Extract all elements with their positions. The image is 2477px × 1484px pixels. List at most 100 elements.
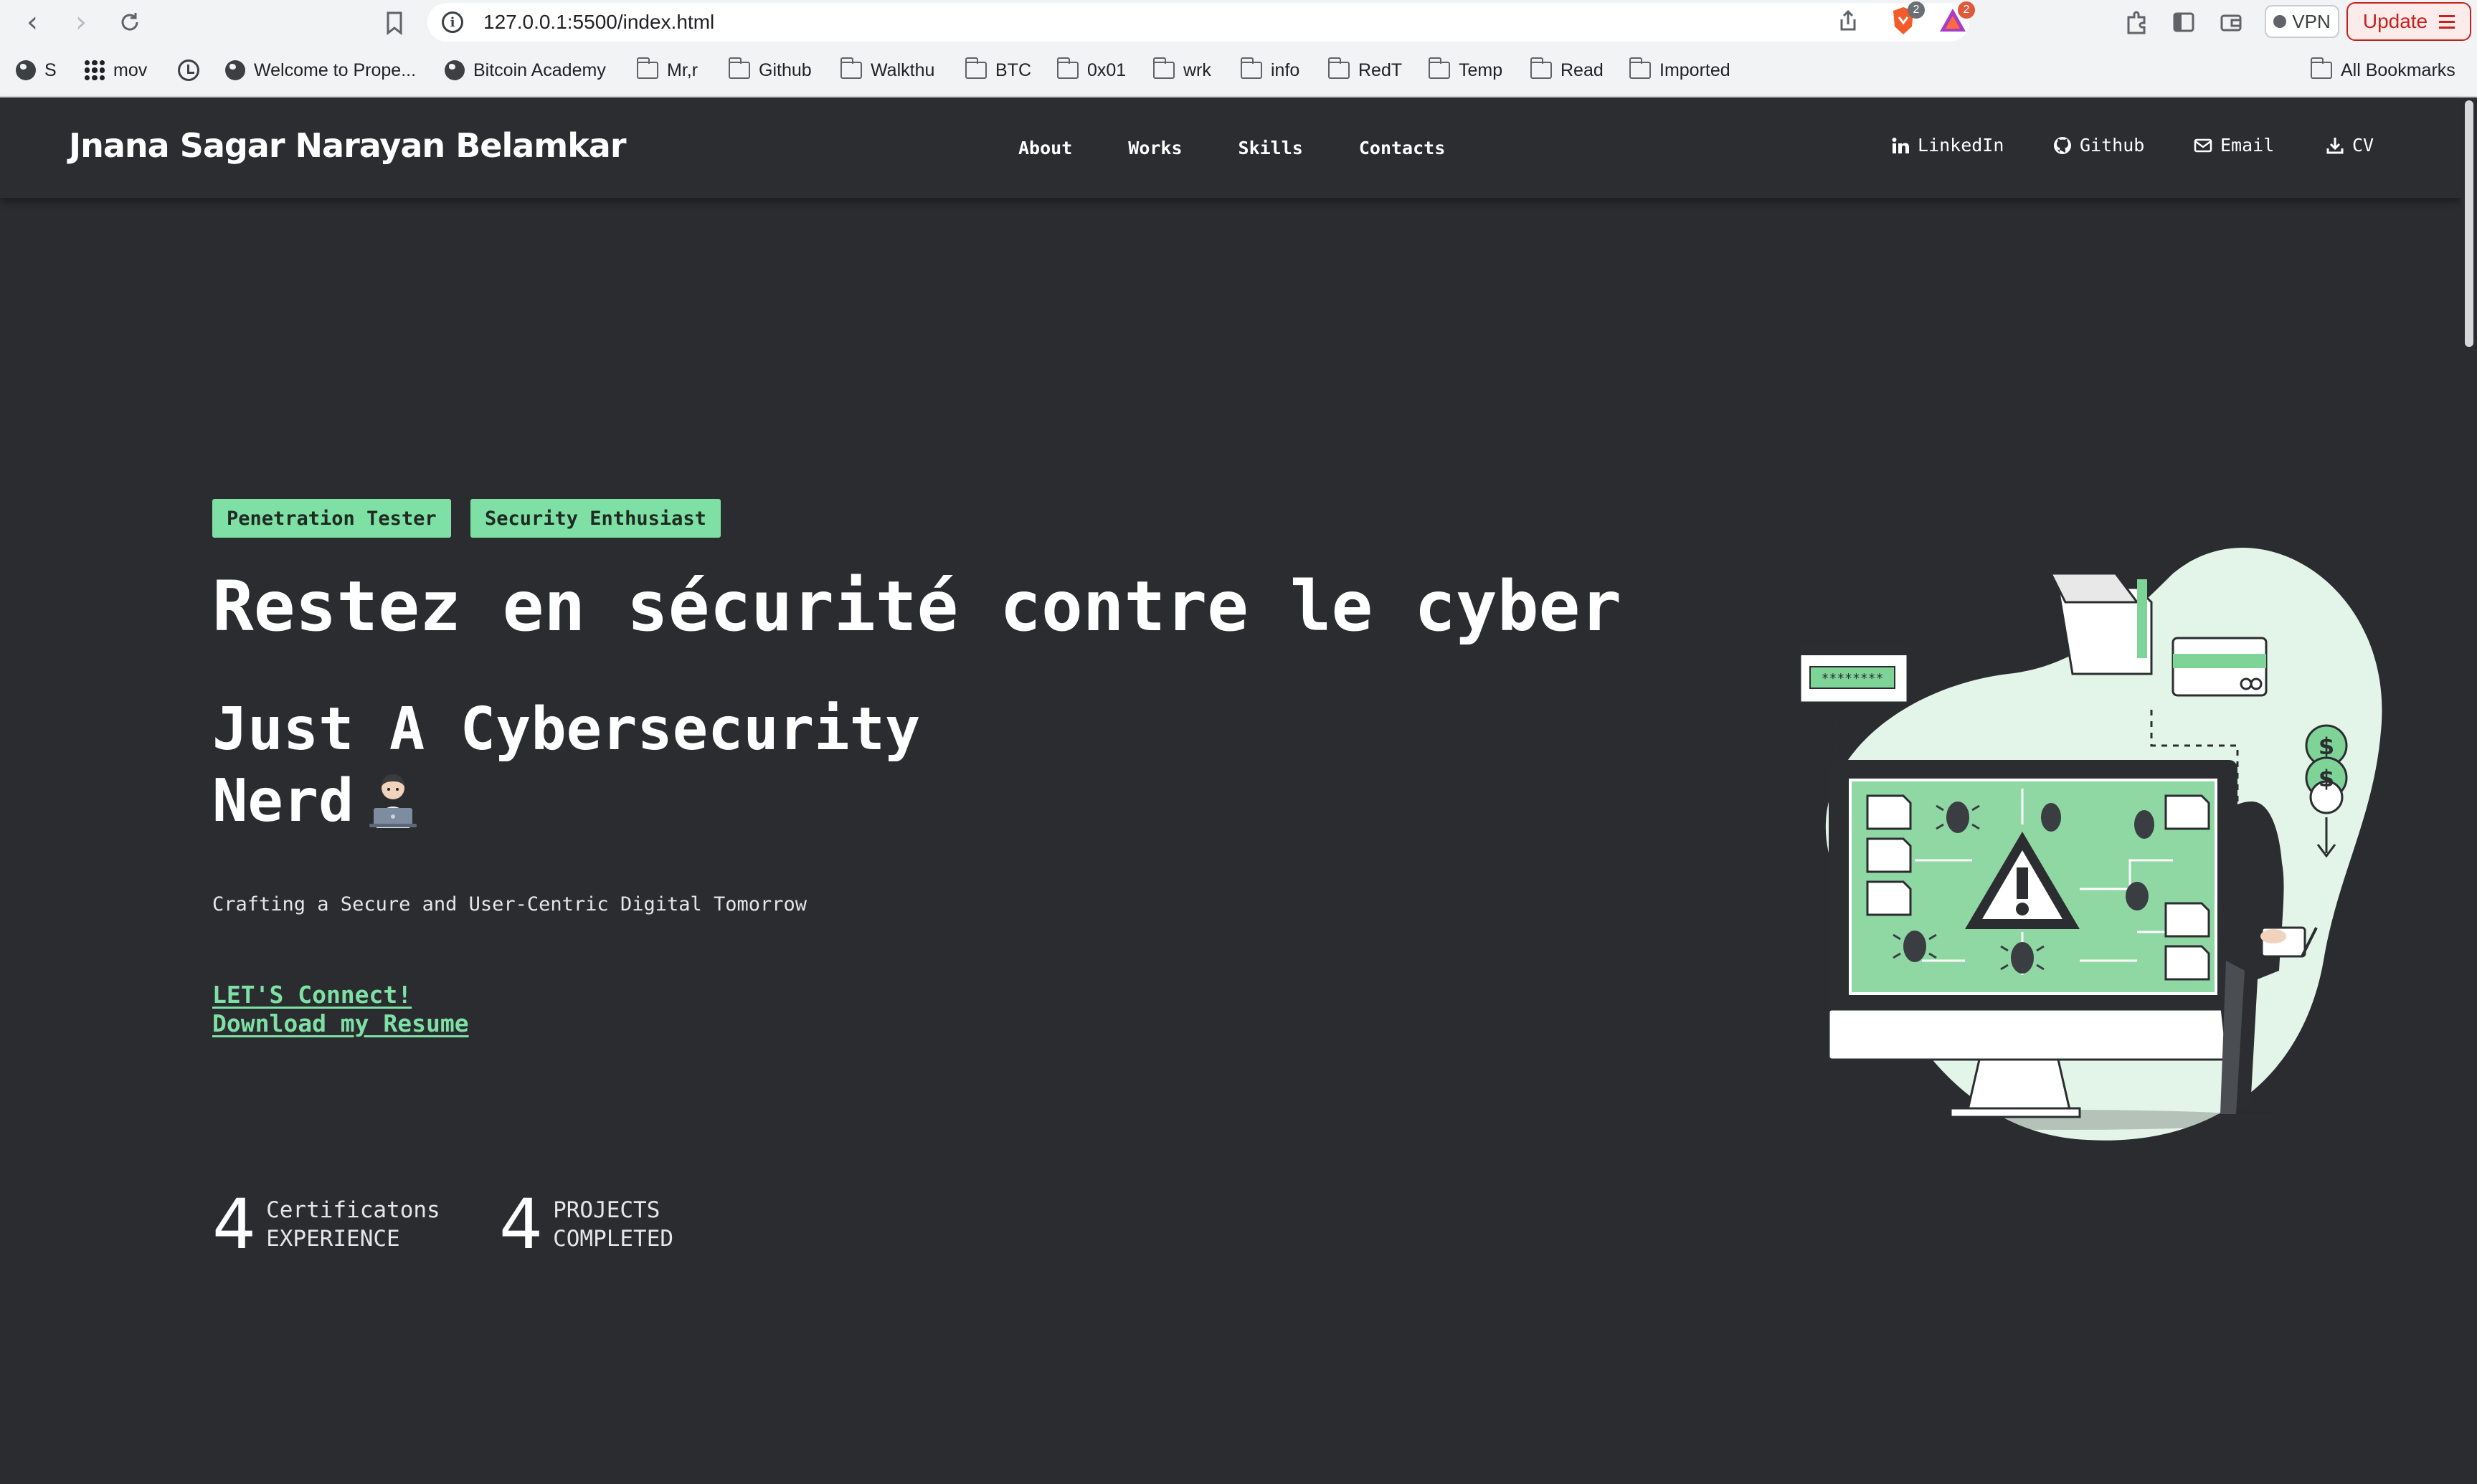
vpn-button[interactable]: VPN <box>2265 5 2339 38</box>
bookmark-folder[interactable]: Github <box>728 56 812 85</box>
forward-button[interactable]: › <box>65 6 98 39</box>
stat-label-line2: EXPERIENCE <box>266 1226 400 1252</box>
grid-icon <box>85 60 105 80</box>
site-logo[interactable]: Jnana Sagar Narayan Belamkar <box>69 126 627 165</box>
hero-subtitle-line2: Nerd <box>212 767 354 835</box>
bookmark-folder[interactable]: Temp <box>1428 56 1503 85</box>
bookmark-folder[interactable]: Walkthu <box>840 56 934 85</box>
tag-security-enthusiast: Security Enthusiast <box>470 499 721 538</box>
bookmark-folder[interactable]: Imported <box>1629 56 1730 85</box>
scrollbar-thumb[interactable] <box>2465 100 2473 347</box>
bookmark-item[interactable]: S <box>16 56 57 85</box>
bookmark-folder[interactable]: 0x01 <box>1056 56 1127 85</box>
bookmark-folder[interactable]: Read <box>1530 56 1604 85</box>
folder-icon <box>1240 57 1262 79</box>
all-bookmarks-button[interactable]: All Bookmarks <box>2310 56 2455 85</box>
share-icon[interactable] <box>1836 9 1860 33</box>
stat-label: Certificatons EXPERIENCE <box>266 1196 440 1253</box>
hero-description: Crafting a Secure and User-Centric Digit… <box>212 893 807 915</box>
github-link[interactable]: Github <box>2052 135 2144 156</box>
bookmark-label: Welcome to Prope... <box>254 60 417 80</box>
email-link[interactable]: Email <box>2193 135 2274 156</box>
bookmark-folder[interactable]: BTC <box>965 56 1031 85</box>
globe-icon <box>16 60 36 80</box>
bookmark-label: S <box>44 60 57 80</box>
folder-icon <box>1629 57 1651 79</box>
nav-skills[interactable]: Skills <box>1238 138 1303 158</box>
brave-rewards-badge: 2 <box>1958 1 1975 19</box>
reload-button[interactable] <box>113 6 146 39</box>
page-scrollbar[interactable] <box>2461 97 2477 1484</box>
site-info-icon[interactable]: i <box>442 11 463 33</box>
globe-icon <box>445 60 465 80</box>
bookmark-folder[interactable]: RedT <box>1327 56 1402 85</box>
svg-text:********: ******** <box>1822 671 1884 686</box>
bookmark-item[interactable] <box>178 56 199 85</box>
bookmarks-bar: S mov Welcome to Prope... Bitcoin Academ… <box>0 44 2477 97</box>
bookmark-label: Mr,r <box>667 60 698 80</box>
folder-icon <box>1530 57 1552 79</box>
sidebar-icon[interactable] <box>2171 10 2196 34</box>
folder-icon <box>1152 57 1175 79</box>
bookmark-item[interactable]: Bitcoin Academy <box>445 56 606 85</box>
stat-projects: 4 PROJECTS COMPLETED <box>499 1190 673 1259</box>
bookmark-label: Walkthu <box>871 60 935 80</box>
folder-icon <box>1428 57 1450 79</box>
folder-icon <box>965 57 987 79</box>
brave-shields-icon[interactable]: 2 <box>1889 1 1925 36</box>
wallet-icon[interactable] <box>2219 10 2243 34</box>
cyber-attack-illustration: ******** $ $ <box>1799 548 2382 1141</box>
stat-label-line2: COMPLETED <box>553 1226 674 1252</box>
folder-icon <box>1056 57 1079 79</box>
bookmark-item[interactable]: mov <box>85 56 147 85</box>
bookmark-page-button[interactable] <box>379 7 410 39</box>
bookmark-label: Imported <box>1659 60 1730 80</box>
linkedin-link[interactable]: LinkedIn <box>1890 135 2004 156</box>
nav-works[interactable]: Works <box>1128 138 1182 158</box>
bookmark-folder[interactable]: wrk <box>1152 56 1211 85</box>
credit-card-graphic <box>2171 637 2268 697</box>
bookmark-item[interactable]: Welcome to Prope... <box>225 56 416 85</box>
connect-link[interactable]: LET'S Connect! <box>212 981 412 1009</box>
nav-about[interactable]: About <box>1018 138 1072 158</box>
update-button[interactable]: Update <box>2346 2 2471 41</box>
hero-subtitle-line1: Just A Cybersecurity <box>212 695 921 764</box>
cv-download-link[interactable]: CV <box>2325 135 2374 156</box>
address-bar[interactable]: i 127.0.0.1:5500/index.html <box>427 3 1969 42</box>
bookmark-label: Github <box>759 60 812 80</box>
stat-label-line1: PROJECTS <box>553 1197 660 1223</box>
bookmark-label: wrk <box>1183 60 1211 80</box>
folder-icon <box>1327 57 1350 79</box>
extensions-icon[interactable] <box>2124 10 2149 34</box>
bookmark-folder[interactable]: info <box>1240 56 1299 85</box>
hero-title: Restez en sécurité contre le cyber <box>212 566 1622 647</box>
globe-icon <box>225 60 245 80</box>
site-header: Jnana Sagar Narayan Belamkar About Works… <box>0 97 2461 198</box>
tag-penetration-tester: Penetration Tester <box>212 499 451 538</box>
folder-icon <box>636 57 658 79</box>
brave-shields-badge: 2 <box>1908 1 1925 19</box>
bookmark-label: Bitcoin Academy <box>473 60 606 80</box>
bookmark-icon <box>387 11 402 36</box>
folder-icon <box>840 57 862 79</box>
stat-number: 4 <box>212 1184 257 1265</box>
github-label: Github <box>2080 135 2145 156</box>
reload-icon <box>121 13 138 31</box>
email-icon <box>2194 138 2212 152</box>
back-button[interactable]: ‹ <box>16 6 49 39</box>
linkedin-label: LinkedIn <box>1918 135 2004 156</box>
stat-certifications: 4 Certificatons EXPERIENCE <box>212 1190 440 1259</box>
svg-text:$: $ <box>2319 765 2334 792</box>
brave-rewards-icon[interactable]: 2 <box>1938 1 1975 36</box>
hero-subtitle: Just A Cybersecurity Nerd <box>212 694 1001 837</box>
bookmark-folder[interactable]: Mr,r <box>636 56 698 85</box>
nav-contacts[interactable]: Contacts <box>1359 138 1445 158</box>
browser-toolbar: ‹ › i 127.0.0.1:5500/index.html 2 2 VPN … <box>0 0 2477 44</box>
site-nav: About Works Skills Contacts <box>1018 138 1501 158</box>
bookmark-label: Temp <box>1459 60 1503 80</box>
download-resume-link[interactable]: Download my Resume <box>212 1009 469 1037</box>
url-text[interactable]: 127.0.0.1:5500/index.html <box>483 11 714 34</box>
stat-number: 4 <box>499 1184 544 1265</box>
bookmark-label: 0x01 <box>1087 60 1127 80</box>
all-bookmarks-label: All Bookmarks <box>2341 60 2455 80</box>
